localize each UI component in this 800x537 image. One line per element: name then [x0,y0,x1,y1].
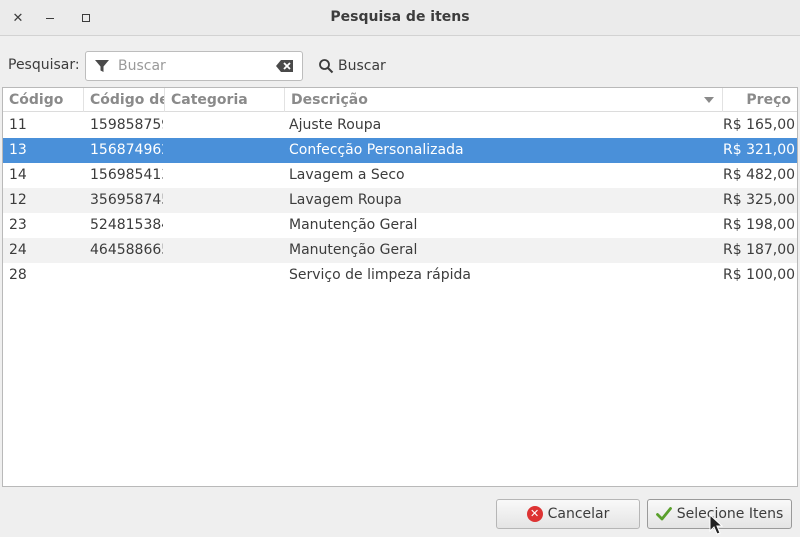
search-button[interactable]: Buscar [312,52,392,80]
title-bar: ✕ Pesquisa de itens [0,0,800,36]
cell-codigo-de: 4645886654 [90,242,163,258]
table-row[interactable]: 11 1598587594 Ajuste Roupa R$ 165,00 [3,113,797,138]
cell-categoria [171,263,281,288]
search-icon [319,59,334,74]
column-header-descricao[interactable]: Descrição [285,88,723,112]
checkmark-icon [655,507,672,521]
window-title: Pesquisa de itens [330,9,470,25]
search-input[interactable] [118,56,268,76]
cell-codigo: 24 [9,242,27,258]
cell-descricao: Lavagem a Seco [289,167,405,183]
cell-preco: R$ 100,00 [723,267,795,283]
column-header-codigo[interactable]: Código [3,88,84,112]
cell-codigo: 14 [9,167,27,183]
column-header-codigo-de[interactable]: Código de [84,88,165,112]
cell-preco: R$ 325,00 [723,192,795,208]
cell-categoria [171,113,281,138]
select-items-button-label: Selecione Itens [676,506,784,522]
cell-categoria [171,163,281,188]
column-header-categoria[interactable]: Categoria [165,88,285,112]
cell-codigo-de: 5248153846 [90,217,163,233]
filter-icon [95,60,109,72]
cell-codigo: 28 [9,267,27,283]
search-button-label: Buscar [338,58,386,74]
cell-preco: R$ 321,00 [723,142,795,158]
cell-codigo: 13 [9,142,27,158]
cell-preco: R$ 198,00 [723,217,795,233]
cell-categoria [171,213,281,238]
table-row[interactable]: 24 4645886654 Manutenção Geral R$ 187,00 [3,238,797,263]
table-row[interactable]: 28 Serviço de limpeza rápida R$ 100,00 [3,263,797,288]
cell-codigo-de: 1569854136 [90,167,163,183]
cell-codigo-de: 3569587457 [90,192,163,208]
table-row[interactable]: 23 5248153846 Manutenção Geral R$ 198,00 [3,213,797,238]
cell-categoria [171,138,281,163]
cell-preco: R$ 165,00 [723,117,795,133]
mouse-cursor-icon [709,514,723,535]
cancel-icon: ✕ [526,506,543,522]
cell-preco: R$ 482,00 [723,167,795,183]
cell-codigo: 12 [9,192,27,208]
cell-codigo: 23 [9,217,27,233]
column-header-preco[interactable]: Preço [723,88,797,112]
cell-codigo-de [90,263,163,288]
search-field[interactable] [85,51,303,81]
table-row[interactable]: 13 1568749622 Confecção Personalizada R$ 32… [3,138,797,163]
search-label: Pesquisar: [8,57,80,73]
cell-codigo: 11 [9,117,27,133]
cancel-button[interactable]: ✕ Cancelar [496,499,640,529]
cell-categoria [171,238,281,263]
cell-descricao: Manutenção Geral [289,217,418,233]
table-header: Código Código de Categoria Descrição Pre… [3,88,797,112]
clear-icon[interactable] [276,59,294,73]
cell-codigo-de: 1598587594 [90,117,163,133]
column-header-descricao-label: Descrição [291,92,368,108]
table-row[interactable]: 14 1569854136 Lavagem a Seco R$ 482,00 [3,163,797,188]
cell-descricao: Manutenção Geral [289,242,418,258]
cell-descricao: Confecção Personalizada [289,142,464,158]
cell-descricao: Lavagem Roupa [289,192,402,208]
sort-descending-icon [704,97,714,103]
items-table[interactable]: Código Código de Categoria Descrição Pre… [2,87,798,487]
cell-preco: R$ 187,00 [723,242,795,258]
cell-categoria [171,188,281,213]
table-row[interactable]: 12 3569587457 Lavagem Roupa R$ 325,00 [3,188,797,213]
cell-descricao: Serviço de limpeza rápida [289,267,471,283]
cell-codigo-de: 1568749622 [90,142,163,158]
cell-descricao: Ajuste Roupa [289,117,382,133]
cancel-button-label: Cancelar [547,506,610,522]
